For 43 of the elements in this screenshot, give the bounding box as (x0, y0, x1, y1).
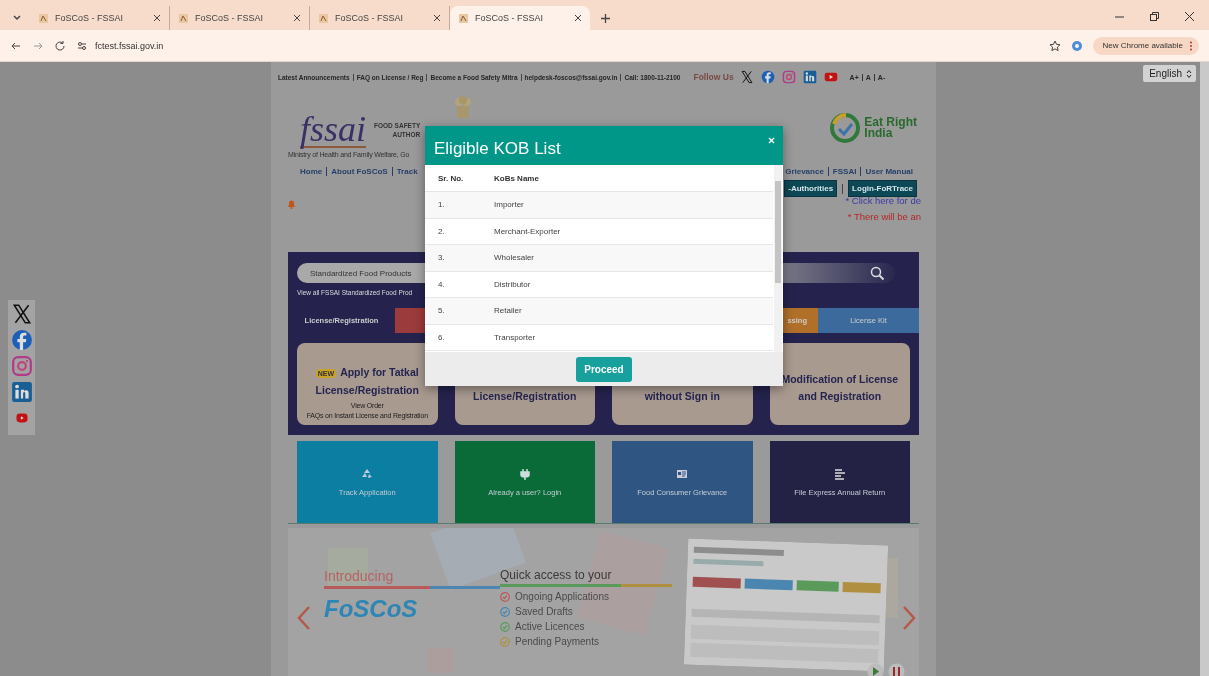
nav-link[interactable]: About FoSCoS (326, 167, 392, 176)
table-cell-text: 4. (437, 279, 446, 289)
table-cell-text: Transporter (493, 332, 537, 342)
table-cell-text: Importer (493, 200, 525, 210)
login-button[interactable]: -Authorities (784, 180, 838, 197)
feature-text: Ongoing Applications (515, 591, 609, 602)
dialog-title: Eligible KOB List (434, 139, 561, 159)
table-cell-text: 3. (437, 253, 446, 263)
login-button[interactable]: Login-FoRTrace (848, 180, 917, 197)
table-cell-text: 1. (437, 200, 446, 210)
column-header: Sr. No. (437, 173, 465, 183)
nav-link[interactable]: Home (300, 167, 327, 176)
language-select[interactable]: English (1143, 65, 1196, 82)
feature-text: Active Licences (515, 621, 585, 632)
nav-link[interactable]: FSSAI (827, 167, 861, 176)
nav-link[interactable]: Track (391, 167, 422, 176)
quick-access-heading: Quick access to your (500, 568, 672, 587)
table-cell-text: Wholesaler (493, 253, 535, 263)
feature-text: Pending Payments (515, 636, 599, 647)
follow-label: Follow Us (693, 72, 734, 82)
feature-text: Saved Drafts (515, 606, 573, 617)
browser-tab[interactable]: FoSCoS - FSSAI (450, 6, 590, 30)
card-title: License/Registration (472, 389, 578, 404)
address-field[interactable]: fctest.fssai.gov.in (95, 40, 164, 51)
eat-right-text: India (864, 128, 893, 139)
card-title: Modification of License and Registration (780, 372, 900, 404)
table-cell-text: Distributor (493, 279, 532, 289)
update-button[interactable]: New Chrome available (1092, 36, 1199, 55)
table-cell-text: Retailer (493, 306, 523, 316)
table-cell-text: 6. (437, 332, 446, 342)
intro-text: Introducing (324, 568, 500, 589)
nav-link[interactable]: User Manual (860, 167, 917, 176)
proceed-button[interactable]: Proceed (576, 356, 632, 382)
table-cell-text: 2. (437, 226, 446, 236)
logo: fssai (300, 112, 367, 148)
service-card[interactable]: Modification of License and Registration (769, 343, 910, 425)
table-cell-text: 5. (437, 306, 446, 316)
table-cell-text: Merchant-Exporter (493, 226, 562, 236)
column-header: KoBs Name (493, 173, 540, 183)
eat-right-text: Eat Right (864, 117, 917, 128)
brand-text: FoSCoS (324, 595, 419, 623)
card-title: without Sign in (643, 389, 721, 404)
nav-link[interactable]: Grievance (785, 167, 828, 176)
